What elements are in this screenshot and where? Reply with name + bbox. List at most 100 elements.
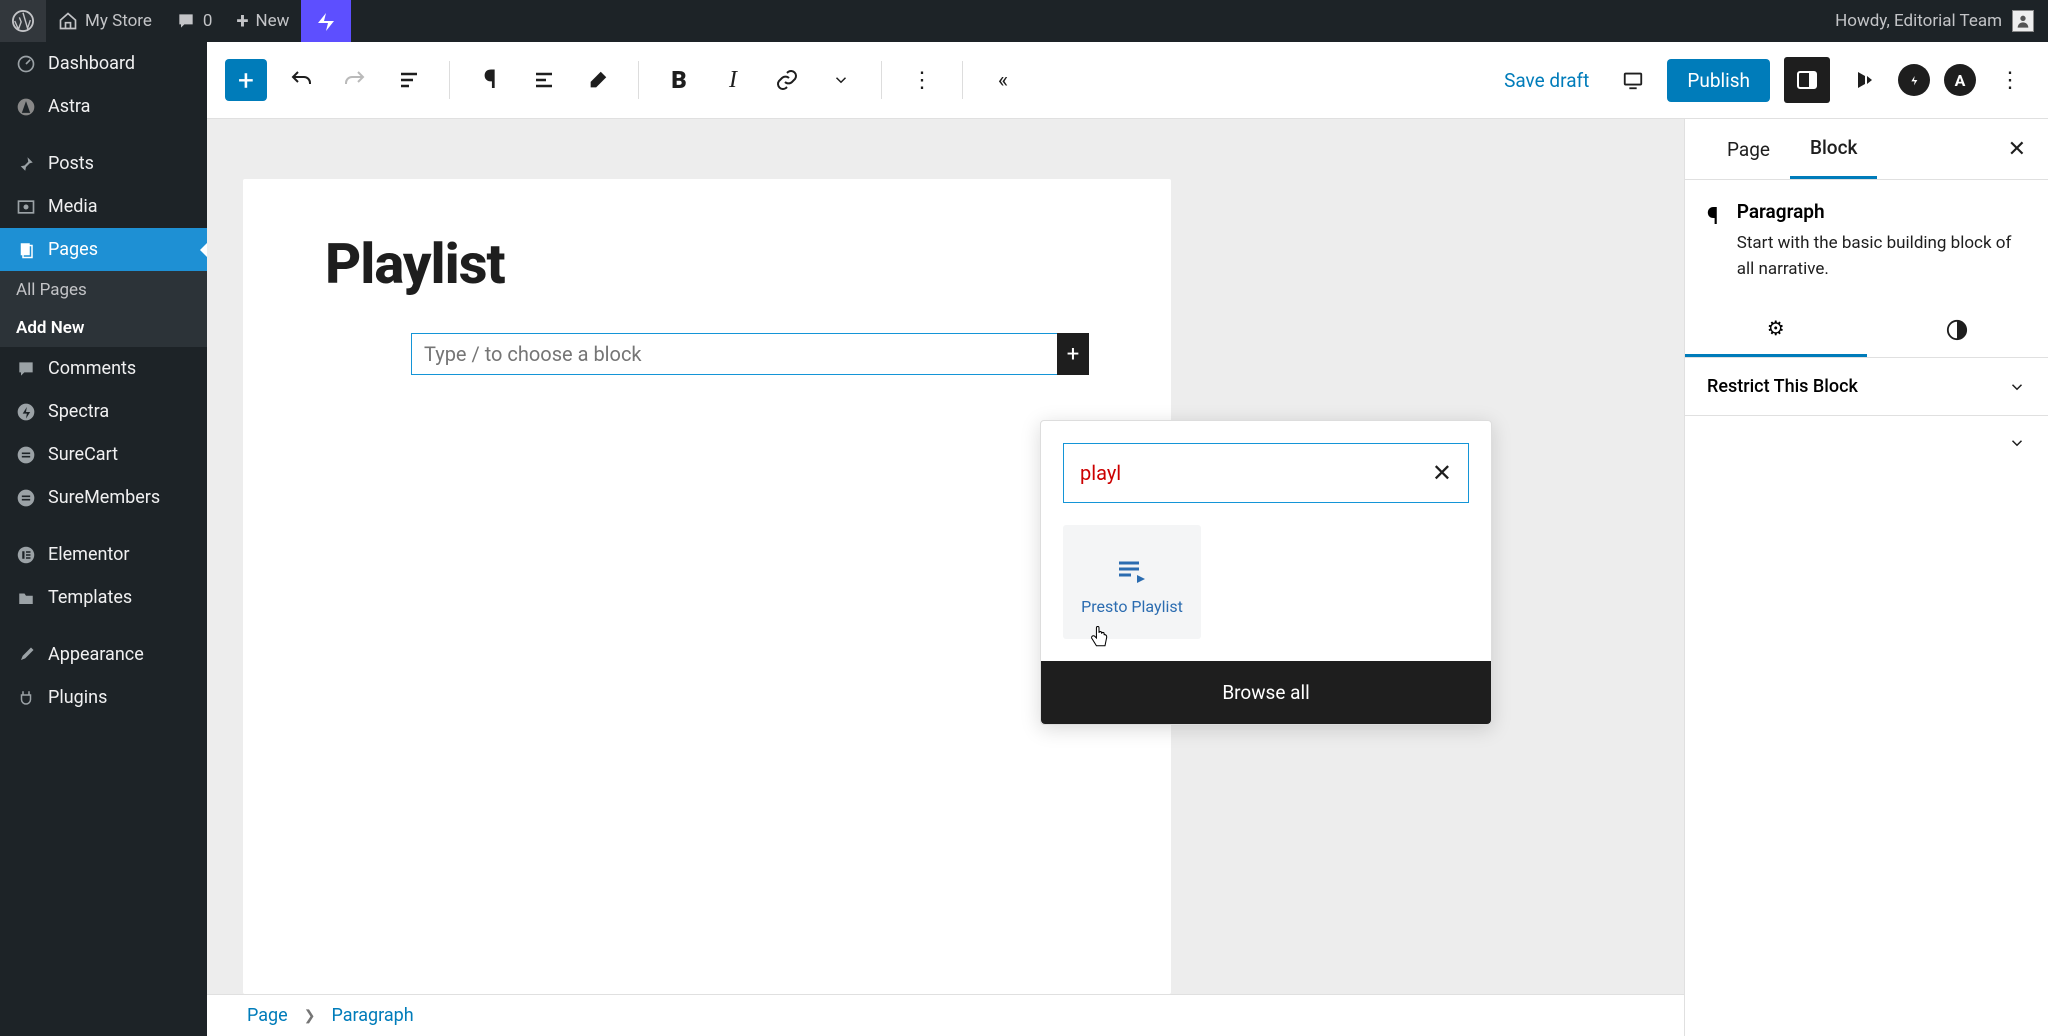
sidebar-item-surecart[interactable]: SureCart bbox=[0, 433, 207, 476]
save-draft-button[interactable]: Save draft bbox=[1494, 63, 1599, 98]
sidebar-item-label: Comments bbox=[48, 358, 136, 379]
sidebar-item-templates[interactable]: Templates bbox=[0, 576, 207, 619]
close-panel-button[interactable]: ✕ bbox=[2008, 137, 2026, 162]
more-icon: ⋮ bbox=[911, 68, 933, 93]
clear-search-button[interactable]: ✕ bbox=[1432, 459, 1452, 487]
undo-button[interactable] bbox=[281, 60, 321, 100]
link-button[interactable] bbox=[767, 60, 807, 100]
subtab-styles[interactable] bbox=[1867, 302, 2048, 357]
desktop-icon bbox=[1620, 69, 1646, 91]
settings-tabs: Page Block ✕ bbox=[1685, 119, 2048, 180]
sidebar-item-astra[interactable]: Astra bbox=[0, 85, 207, 128]
spectra-badge[interactable] bbox=[301, 0, 351, 42]
sidebar-sub-all-pages[interactable]: All Pages bbox=[0, 271, 207, 309]
spectra-round-button[interactable] bbox=[1898, 64, 1930, 96]
avatar[interactable] bbox=[2012, 10, 2034, 32]
close-icon: ✕ bbox=[2008, 137, 2026, 162]
sidebar-item-label: Appearance bbox=[48, 644, 144, 665]
presto-button[interactable] bbox=[1844, 60, 1884, 100]
sidebar-item-plugins[interactable]: Plugins bbox=[0, 676, 207, 719]
block-inserter-popover: playl ✕ Presto Playlist Browse all bbox=[1040, 420, 1492, 725]
sidebar-item-pages[interactable]: Pages bbox=[0, 228, 207, 271]
block-result-presto-playlist[interactable]: Presto Playlist bbox=[1063, 525, 1201, 639]
sidebar-item-elementor[interactable]: Elementor bbox=[0, 533, 207, 576]
comments-count-value: 0 bbox=[203, 11, 213, 31]
highlight-button[interactable] bbox=[578, 60, 618, 100]
italic-icon: I bbox=[729, 67, 737, 94]
brush-icon bbox=[14, 645, 38, 665]
toolbar-right: Save draft Publish A ⋮ bbox=[1494, 57, 2030, 103]
sidebar-item-comments[interactable]: Comments bbox=[0, 347, 207, 390]
sidebar-item-label: Dashboard bbox=[48, 53, 135, 74]
page-title[interactable]: Playlist bbox=[325, 231, 1089, 297]
dashboard-icon bbox=[14, 54, 38, 74]
editor-options-button[interactable]: ⋮ bbox=[1990, 60, 2030, 100]
plus-icon: + bbox=[236, 9, 248, 34]
astra-icon bbox=[14, 97, 38, 117]
sidebar-icon bbox=[1795, 68, 1819, 92]
wp-logo[interactable] bbox=[0, 0, 46, 42]
block-subtabs: ⚙ bbox=[1685, 302, 2048, 358]
tab-block[interactable]: Block bbox=[1790, 119, 1877, 179]
presto-icon bbox=[1852, 68, 1876, 92]
undo-icon bbox=[289, 68, 313, 92]
plus-icon: + bbox=[1067, 342, 1079, 367]
folder-icon bbox=[14, 589, 38, 607]
editor-toolbar: + ¶ B I ⋮ « Save draft Publish A bbox=[207, 42, 2048, 119]
sidebar-item-media[interactable]: Media bbox=[0, 185, 207, 228]
paragraph-block-row: Type / to choose a block + bbox=[411, 333, 1089, 375]
align-button[interactable] bbox=[524, 60, 564, 100]
sidebar-item-label: Pages bbox=[48, 239, 98, 260]
block-inserter-button[interactable]: + bbox=[225, 59, 267, 101]
media-icon bbox=[14, 197, 38, 217]
new-content[interactable]: + New bbox=[224, 0, 301, 42]
settings-panel-toggle[interactable] bbox=[1784, 57, 1830, 103]
browse-all-button[interactable]: Browse all bbox=[1041, 661, 1491, 724]
block-info: ¶ Paragraph Start with the basic buildin… bbox=[1685, 180, 2048, 302]
paragraph-block-input[interactable]: Type / to choose a block bbox=[411, 333, 1058, 375]
panel-restrict-block[interactable]: Restrict This Block bbox=[1685, 358, 2048, 416]
preview-button[interactable] bbox=[1613, 60, 1653, 100]
pages-icon bbox=[14, 240, 38, 260]
breadcrumb-block[interactable]: Paragraph bbox=[331, 1005, 413, 1026]
hide-toolbar-button[interactable]: « bbox=[983, 60, 1023, 100]
link-icon bbox=[775, 68, 799, 92]
sidebar-item-appearance[interactable]: Appearance bbox=[0, 633, 207, 676]
site-home[interactable]: My Store bbox=[46, 0, 164, 42]
plus-icon: + bbox=[238, 64, 254, 97]
more-options-button[interactable]: ⋮ bbox=[902, 60, 942, 100]
italic-button[interactable]: I bbox=[713, 60, 753, 100]
spectra-s-icon bbox=[1906, 72, 1922, 88]
breadcrumb-page[interactable]: Page bbox=[247, 1005, 288, 1026]
tab-page[interactable]: Page bbox=[1707, 119, 1790, 179]
comment-icon bbox=[176, 11, 196, 31]
redo-button[interactable] bbox=[335, 60, 375, 100]
sidebar-sub-add-new[interactable]: Add New bbox=[0, 309, 207, 347]
block-info-text: Paragraph Start with the basic building … bbox=[1737, 200, 2026, 282]
sidebar-item-dashboard[interactable]: Dashboard bbox=[0, 42, 207, 85]
panel-section-collapsed[interactable] bbox=[1685, 416, 2048, 470]
sidebar-item-label: Posts bbox=[48, 153, 94, 174]
bold-button[interactable]: B bbox=[659, 60, 699, 100]
document-overview-button[interactable] bbox=[389, 60, 429, 100]
publish-button[interactable]: Publish bbox=[1667, 59, 1770, 102]
block-result-label: Presto Playlist bbox=[1081, 597, 1183, 616]
separator bbox=[962, 61, 963, 99]
admin-bar-right: Howdy, Editorial Team bbox=[1835, 10, 2038, 32]
comments-count[interactable]: 0 bbox=[164, 0, 225, 42]
sidebar-item-posts[interactable]: Posts bbox=[0, 142, 207, 185]
person-icon bbox=[2015, 13, 2031, 29]
editor-canvas[interactable]: Playlist Type / to choose a block + bbox=[243, 179, 1171, 994]
sidebar-item-spectra[interactable]: Spectra bbox=[0, 390, 207, 433]
astra-a-icon: A bbox=[1955, 71, 1966, 90]
paragraph-type-button[interactable]: ¶ bbox=[470, 60, 510, 100]
sidebar-item-label: Templates bbox=[48, 587, 132, 608]
astra-round-button[interactable]: A bbox=[1944, 64, 1976, 96]
sidebar-item-suremembers[interactable]: SureMembers bbox=[0, 476, 207, 519]
more-format-button[interactable] bbox=[821, 60, 861, 100]
howdy-text[interactable]: Howdy, Editorial Team bbox=[1835, 11, 2002, 31]
inline-inserter-button[interactable]: + bbox=[1057, 333, 1089, 375]
more-icon: ⋮ bbox=[1999, 68, 2021, 93]
subtab-settings[interactable]: ⚙ bbox=[1685, 302, 1867, 357]
inserter-search-input[interactable]: playl ✕ bbox=[1063, 443, 1469, 503]
